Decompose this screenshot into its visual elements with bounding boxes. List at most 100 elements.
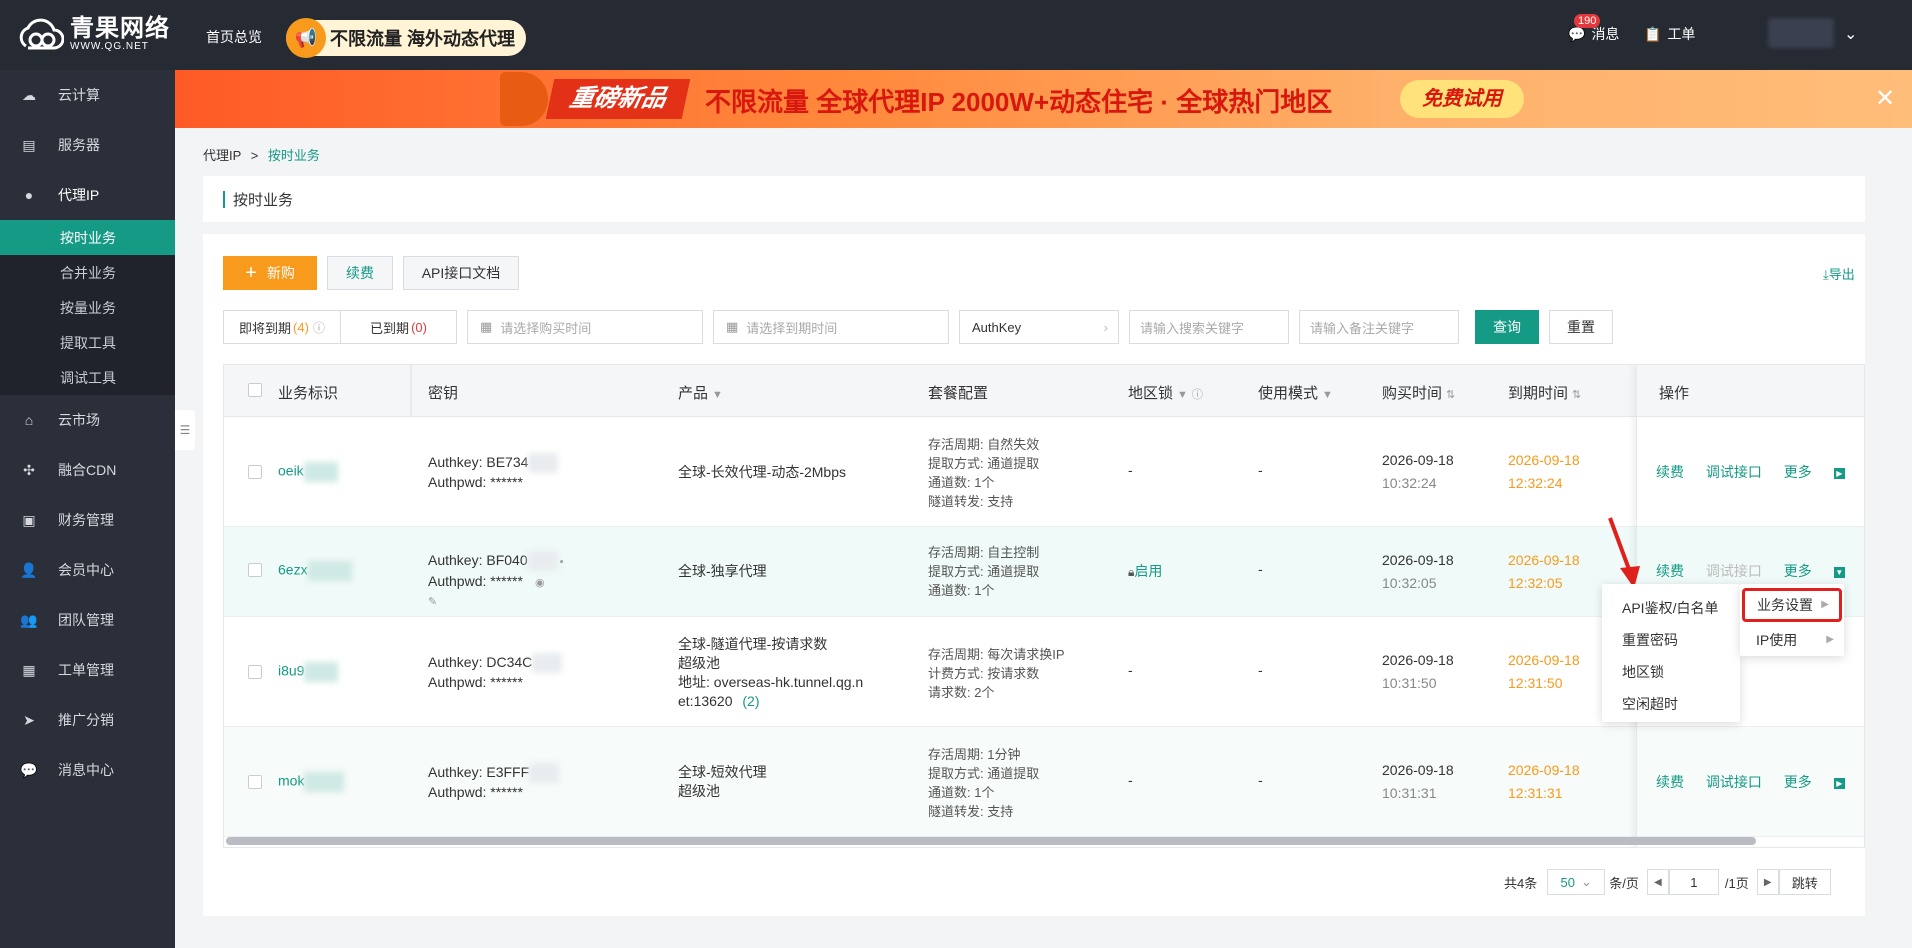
- renew-button[interactable]: 续费: [327, 256, 393, 290]
- expired-count: (0): [411, 319, 427, 335]
- horizontal-scrollbar[interactable]: [226, 837, 1756, 845]
- page-number-input[interactable]: 1: [1668, 869, 1719, 895]
- filter-icon[interactable]: ▼: [1177, 389, 1188, 401]
- next-page-button[interactable]: ▶: [1756, 869, 1779, 895]
- authpwd-text: Authpwd: ******: [428, 784, 523, 801]
- expire-date: 2026-09-18: [1508, 652, 1580, 668]
- biz-id-link[interactable]: i8u9: [278, 662, 339, 682]
- expiring-count: (4): [293, 319, 309, 335]
- package-cell: 存活周期: 自主控制 提取方式: 通道提取 通道数: 1个: [928, 543, 1039, 600]
- expire-time-picker[interactable]: ▦ 请选择到期时间: [713, 310, 949, 344]
- sidebar-subitem-merged[interactable]: 合并业务: [0, 255, 175, 290]
- total-pages: /1页: [1724, 875, 1749, 891]
- breadcrumb-separator: >: [250, 148, 259, 163]
- row-checkbox[interactable]: [248, 563, 262, 577]
- sidebar-item-market[interactable]: ⌂ 云市场: [0, 395, 175, 445]
- package-line: 请求数: 2个: [928, 685, 995, 700]
- sort-icon[interactable]: ⇅: [1446, 389, 1455, 401]
- filter-icon[interactable]: ▼: [1322, 389, 1333, 401]
- th-expire-time[interactable]: 到期时间 ⇅: [1508, 382, 1581, 403]
- filter-icon[interactable]: ▼: [712, 389, 723, 401]
- sidebar-item-proxy-ip[interactable]: ● 代理IP: [0, 170, 175, 220]
- menu-item-business-settings[interactable]: 业务设置 ▶: [1742, 588, 1842, 622]
- user-icon: 👤: [20, 561, 38, 578]
- promo-banner[interactable]: 重磅新品 不限流量 全球代理IP 2000W+动态住宅 · 全球热门地区 免费试…: [175, 70, 1912, 128]
- menu-item-region-lock[interactable]: 地区锁: [1602, 656, 1740, 688]
- sidebar-subitem-usage[interactable]: 按量业务: [0, 290, 175, 325]
- free-trial-button[interactable]: 免费试用: [1400, 80, 1524, 118]
- close-icon[interactable]: ✕: [1875, 84, 1895, 113]
- package-line: 通道数: 1个: [928, 785, 995, 800]
- prev-page-button[interactable]: ◀: [1646, 869, 1669, 895]
- region-lock-cell[interactable]: 🔒︎启用: [1128, 561, 1162, 581]
- query-button[interactable]: 查询: [1475, 310, 1539, 344]
- tunnel-count-link[interactable]: (2): [742, 693, 759, 709]
- sidebar-item-server[interactable]: ▤ 服务器: [0, 120, 175, 170]
- banner-tag: 重磅新品: [545, 79, 691, 119]
- row-checkbox[interactable]: [248, 465, 262, 479]
- select-all-checkbox[interactable]: [248, 383, 262, 397]
- remark-input[interactable]: 请输入备注关键字: [1299, 310, 1459, 344]
- jump-button[interactable]: 跳转: [1778, 869, 1831, 895]
- menu-item-ip-usage[interactable]: IP使用 ▶: [1740, 624, 1844, 656]
- sidebar-item-finance[interactable]: ▣ 财务管理: [0, 495, 175, 545]
- th-buy-time[interactable]: 购买时间 ⇅: [1382, 382, 1455, 403]
- sidebar-subitem-timed[interactable]: 按时业务: [0, 220, 175, 255]
- export-link[interactable]: ⤓导出: [1823, 264, 1855, 283]
- new-purchase-button[interactable]: + 新购: [223, 256, 317, 290]
- sidebar-item-team[interactable]: 👥 团队管理: [0, 595, 175, 645]
- promo-pill[interactable]: 📢 不限流量 海外动态代理: [286, 18, 526, 58]
- copy-icon[interactable]: ▪: [560, 556, 564, 568]
- sidebar-item-promotion[interactable]: ➤ 推广分销: [0, 695, 175, 745]
- sidebar-collapse-handle[interactable]: ☰: [175, 410, 195, 450]
- sidebar-item-messages[interactable]: 💬 消息中心: [0, 745, 175, 795]
- sidebar-subitem-debug[interactable]: 调试工具: [0, 360, 175, 395]
- blurred-key: [532, 653, 563, 674]
- ticket-link[interactable]: 📋 工单: [1644, 24, 1695, 44]
- breadcrumb-root[interactable]: 代理IP: [203, 148, 241, 163]
- nav-home-link[interactable]: 首页总览: [206, 27, 262, 47]
- expired-filter[interactable]: 已到期 (0): [340, 311, 456, 343]
- menu-item-api-auth[interactable]: API鉴权/白名单: [1602, 592, 1740, 624]
- export-label: 导出: [1828, 267, 1855, 282]
- th-mode[interactable]: 使用模式 ▼: [1258, 382, 1333, 403]
- reset-button[interactable]: 重置: [1549, 310, 1613, 344]
- keyword-input[interactable]: 请输入搜索关键字: [1129, 310, 1289, 344]
- sidebar-item-member[interactable]: 👤 会员中心: [0, 545, 175, 595]
- buy-date: 2026-09-18: [1382, 762, 1454, 778]
- key-cell: Authkey: E3FFF Authpwd: ******: [428, 763, 560, 802]
- expiring-filter[interactable]: 即将到期 (4) ⓘ: [224, 311, 340, 343]
- ticket-icon: ▦: [22, 661, 36, 678]
- logo[interactable]: 青果网络 WWW.QG.NET: [14, 16, 170, 54]
- user-avatar[interactable]: [1768, 18, 1834, 48]
- buy-time-picker[interactable]: ▦ 请选择购买时间: [467, 310, 703, 344]
- blurred-key: [529, 763, 560, 784]
- menu-item-reset-password[interactable]: 重置密码: [1602, 624, 1740, 656]
- key-type-select[interactable]: AuthKey ›: [959, 310, 1119, 344]
- sidebar-item-cloud[interactable]: ☁ 云计算: [0, 70, 175, 120]
- plus-icon: +: [245, 262, 257, 284]
- messages-link[interactable]: 💬 190 消息: [1568, 14, 1619, 44]
- biz-id-text: oeik: [278, 462, 304, 479]
- sidebar-subitem-extract[interactable]: 提取工具: [0, 325, 175, 360]
- th-product[interactable]: 产品 ▼: [678, 382, 723, 403]
- biz-id-link[interactable]: mok: [278, 772, 345, 792]
- api-docs-button[interactable]: API接口文档: [403, 256, 519, 290]
- eye-off-icon[interactable]: ◉: [535, 577, 545, 589]
- row-checkbox[interactable]: [248, 775, 262, 789]
- calendar-icon: ▦: [480, 319, 493, 334]
- chevron-down-icon[interactable]: ⌄: [1844, 24, 1857, 44]
- th-region-lock[interactable]: 地区锁 ▼ ⓘ: [1128, 382, 1203, 403]
- sort-icon[interactable]: ⇅: [1572, 389, 1581, 401]
- edit-icon[interactable]: ✎: [428, 593, 564, 612]
- sidebar-item-tickets[interactable]: ▦ 工单管理: [0, 645, 175, 695]
- biz-id-link[interactable]: 6ezx: [278, 561, 352, 581]
- package-line: 提取方式: 通道提取: [928, 564, 1040, 579]
- biz-id-link[interactable]: oeik: [278, 462, 338, 482]
- row-checkbox[interactable]: [248, 665, 262, 679]
- page-size-select[interactable]: 50 ⌄: [1547, 869, 1606, 895]
- annotation-arrow-icon: [1608, 517, 1640, 588]
- expire-date: 2026-09-18: [1508, 552, 1580, 568]
- menu-item-idle-timeout[interactable]: 空闲超时: [1602, 688, 1740, 720]
- sidebar-item-cdn[interactable]: ✣ 融合CDN: [0, 445, 175, 495]
